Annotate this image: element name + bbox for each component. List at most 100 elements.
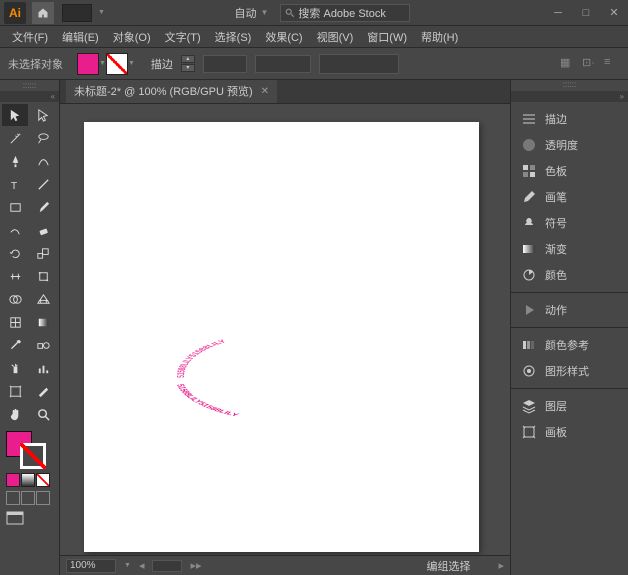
panel-label: 画板 [545, 424, 567, 440]
panel-artboards[interactable]: 画板 [511, 419, 628, 445]
panel-swatches[interactable]: 色板 [511, 158, 628, 184]
solid-color-button[interactable] [6, 473, 20, 487]
minimize-button[interactable]: ─ [548, 5, 568, 21]
expand-button[interactable]: » [511, 92, 628, 102]
panel-grip[interactable]: :::::: [511, 80, 628, 92]
magic-wand-tool[interactable] [2, 127, 28, 149]
document-area: 未标题-2* @ 100% (RGB/GPU 预览) ✕ 51588LILY5 [60, 80, 510, 575]
rectangle-tool[interactable] [2, 196, 28, 218]
tab-label: 未标题-2* @ 100% (RGB/GPU 预览) [74, 83, 253, 99]
curvature-tool[interactable] [30, 150, 56, 172]
eyedropper-tool[interactable] [2, 334, 28, 356]
color-control[interactable] [0, 427, 59, 471]
panel-label: 动作 [545, 302, 567, 318]
stroke-weight-stepper[interactable]: ▴▾ [181, 55, 195, 73]
shaper-tool[interactable] [2, 219, 28, 241]
transform-icon[interactable]: ⊡· [582, 56, 598, 72]
chevron-down-icon[interactable]: ▼ [99, 60, 106, 67]
panel-stroke[interactable]: 描边 [511, 106, 628, 132]
panel-layers[interactable]: 图层 [511, 393, 628, 419]
free-transform-tool[interactable] [30, 265, 56, 287]
menu-object[interactable]: 对象(O) [107, 27, 157, 47]
graph-tool[interactable] [30, 357, 56, 379]
menu-edit[interactable]: 编辑(E) [56, 27, 105, 47]
panel-gradient[interactable]: 渐变 [511, 236, 628, 262]
nav-prev-icon[interactable]: ◂ [139, 559, 145, 572]
panel-graphic-styles[interactable]: 图形样式 [511, 358, 628, 384]
draw-inside-button[interactable] [36, 491, 50, 505]
width-tool[interactable] [2, 265, 28, 287]
mesh-tool[interactable] [2, 311, 28, 333]
gradient-button[interactable] [21, 473, 35, 487]
menu-file[interactable]: 文件(F) [6, 27, 54, 47]
chevron-down-icon[interactable]: ▼ [124, 562, 131, 569]
slice-tool[interactable] [30, 380, 56, 402]
rotate-tool[interactable] [2, 242, 28, 264]
panel-label: 描边 [545, 111, 567, 127]
eraser-tool[interactable] [30, 219, 56, 241]
menu-select[interactable]: 选择(S) [209, 27, 258, 47]
shape-builder-tool[interactable] [2, 288, 28, 310]
document-tab[interactable]: 未标题-2* @ 100% (RGB/GPU 预览) ✕ [66, 80, 277, 103]
perspective-tool[interactable] [30, 288, 56, 310]
tab-bar: 未标题-2* @ 100% (RGB/GPU 预览) ✕ [60, 80, 510, 104]
align-icon[interactable]: ▦ [560, 56, 576, 72]
panel-brushes[interactable]: 画笔 [511, 184, 628, 210]
panel-grip[interactable]: :::::: [0, 80, 59, 92]
layout-select[interactable] [62, 4, 92, 22]
panel-transparency[interactable]: 透明度 [511, 132, 628, 158]
style-combo[interactable] [319, 54, 399, 74]
type-tool[interactable]: T [2, 173, 28, 195]
artboard-nav-input[interactable] [152, 560, 182, 572]
close-button[interactable]: ✕ [604, 5, 624, 21]
stroke-weight-combo[interactable] [203, 55, 247, 73]
fill-swatch[interactable] [77, 53, 99, 75]
line-tool[interactable] [30, 173, 56, 195]
chevron-down-icon[interactable]: ▼ [128, 60, 135, 67]
direct-selection-tool[interactable] [30, 104, 56, 126]
panel-color-guide[interactable]: 颜色参考 [511, 332, 628, 358]
collapse-button[interactable]: « [0, 92, 59, 102]
lasso-tool[interactable] [30, 127, 56, 149]
menu-help[interactable]: 帮助(H) [415, 27, 464, 47]
menu-window[interactable]: 窗口(W) [361, 27, 413, 47]
draw-behind-button[interactable] [21, 491, 35, 505]
options-menu-icon[interactable]: ≡ [604, 56, 620, 72]
panel-symbols[interactable]: 符号 [511, 210, 628, 236]
stroke-swatch[interactable] [106, 53, 128, 75]
none-color-button[interactable] [36, 473, 50, 487]
workspace-label[interactable]: 自动 [235, 5, 257, 21]
scale-tool[interactable] [30, 242, 56, 264]
artboard: 51588LILY51588LILY 51588LILY51588LILY [84, 122, 479, 552]
blend-tool[interactable] [30, 334, 56, 356]
ring-front-text: 51588LILY51588LILY [174, 382, 243, 421]
gradient-tool[interactable] [30, 311, 56, 333]
panel-color[interactable]: 颜色 [511, 262, 628, 288]
home-button[interactable] [32, 2, 54, 24]
panel-label: 色板 [545, 163, 567, 179]
symbol-sprayer-tool[interactable] [2, 357, 28, 379]
zoom-tool[interactable] [30, 403, 56, 425]
canvas[interactable]: 51588LILY51588LILY 51588LILY51588LILY [60, 104, 510, 555]
status-dropdown-icon[interactable]: ▸ [498, 559, 504, 572]
hand-tool[interactable] [2, 403, 28, 425]
panel-label: 符号 [545, 215, 567, 231]
close-tab-icon[interactable]: ✕ [261, 86, 269, 97]
menu-effect[interactable]: 效果(C) [259, 27, 308, 47]
nav-next-icon[interactable]: ▸▸ [190, 559, 201, 572]
artboard-tool[interactable] [2, 380, 28, 402]
zoom-input[interactable]: 100% [66, 559, 116, 573]
stroke-color-box[interactable] [20, 443, 46, 469]
search-input[interactable]: 搜索 Adobe Stock [280, 4, 410, 22]
brush-combo[interactable] [255, 55, 311, 73]
chevron-down-icon[interactable]: ▼ [261, 8, 269, 17]
menu-view[interactable]: 视图(V) [311, 27, 360, 47]
maximize-button[interactable]: □ [576, 5, 596, 21]
paintbrush-tool[interactable] [30, 196, 56, 218]
pen-tool[interactable] [2, 150, 28, 172]
selection-tool[interactable] [2, 104, 28, 126]
screen-mode-button[interactable] [0, 507, 59, 532]
menu-type[interactable]: 文字(T) [159, 27, 207, 47]
draw-normal-button[interactable] [6, 491, 20, 505]
panel-actions[interactable]: 动作 [511, 297, 628, 323]
